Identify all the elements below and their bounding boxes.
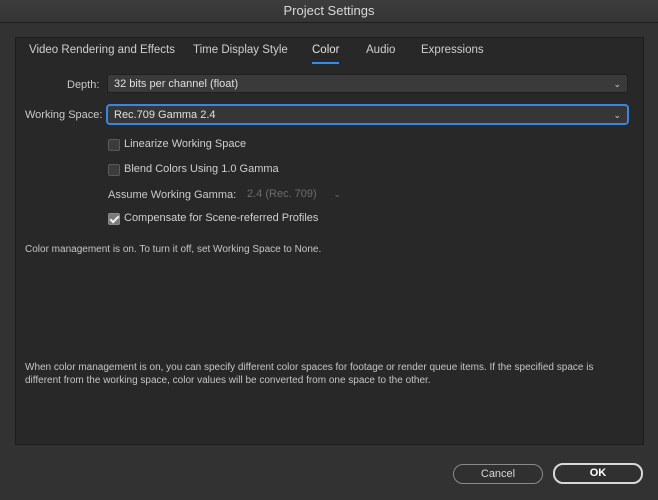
compensate-label[interactable]: Compensate for Scene-referred Profiles <box>124 212 318 224</box>
linearize-checkbox[interactable] <box>108 139 120 151</box>
depth-value: 32 bits per channel (float) <box>114 78 239 90</box>
status-note: Color management is on. To turn it off, … <box>25 244 322 255</box>
info-note: When color management is on, you can spe… <box>25 362 594 386</box>
tab-audio[interactable]: Audio <box>366 44 395 56</box>
window-title: Project Settings <box>0 0 658 23</box>
working-space-value: Rec.709 Gamma 2.4 <box>114 109 216 121</box>
tab-time-display-style[interactable]: Time Display Style <box>193 44 288 56</box>
linearize-label[interactable]: Linearize Working Space <box>124 138 246 150</box>
assume-gamma-label: Assume Working Gamma: <box>108 189 237 201</box>
chevron-down-icon: ⌄ <box>613 79 621 89</box>
depth-dropdown[interactable]: 32 bits per channel (float) ⌄ <box>107 74 628 93</box>
assume-gamma-value: 2.4 (Rec. 709) <box>247 188 317 200</box>
depth-label: Depth: <box>67 79 100 91</box>
tab-video-rendering[interactable]: Video Rendering and Effects <box>29 44 175 56</box>
tab-expressions[interactable]: Expressions <box>421 44 484 56</box>
blend-gamma-label[interactable]: Blend Colors Using 1.0 Gamma <box>124 163 279 175</box>
assume-gamma-dropdown: 2.4 (Rec. 709) ⌄ <box>247 185 341 204</box>
tab-color[interactable]: Color <box>312 44 340 64</box>
cancel-button[interactable]: Cancel <box>453 464 543 484</box>
compensate-checkbox[interactable] <box>108 213 120 225</box>
chevron-down-icon: ⌄ <box>613 110 621 120</box>
working-space-label: Working Space: <box>25 109 103 121</box>
chevron-down-icon: ⌄ <box>333 189 341 199</box>
blend-gamma-checkbox[interactable] <box>108 164 120 176</box>
tab-bar: Video Rendering and Effects Time Display… <box>0 44 658 66</box>
working-space-dropdown[interactable]: Rec.709 Gamma 2.4 ⌄ <box>107 105 628 124</box>
ok-button[interactable]: OK <box>553 463 643 484</box>
